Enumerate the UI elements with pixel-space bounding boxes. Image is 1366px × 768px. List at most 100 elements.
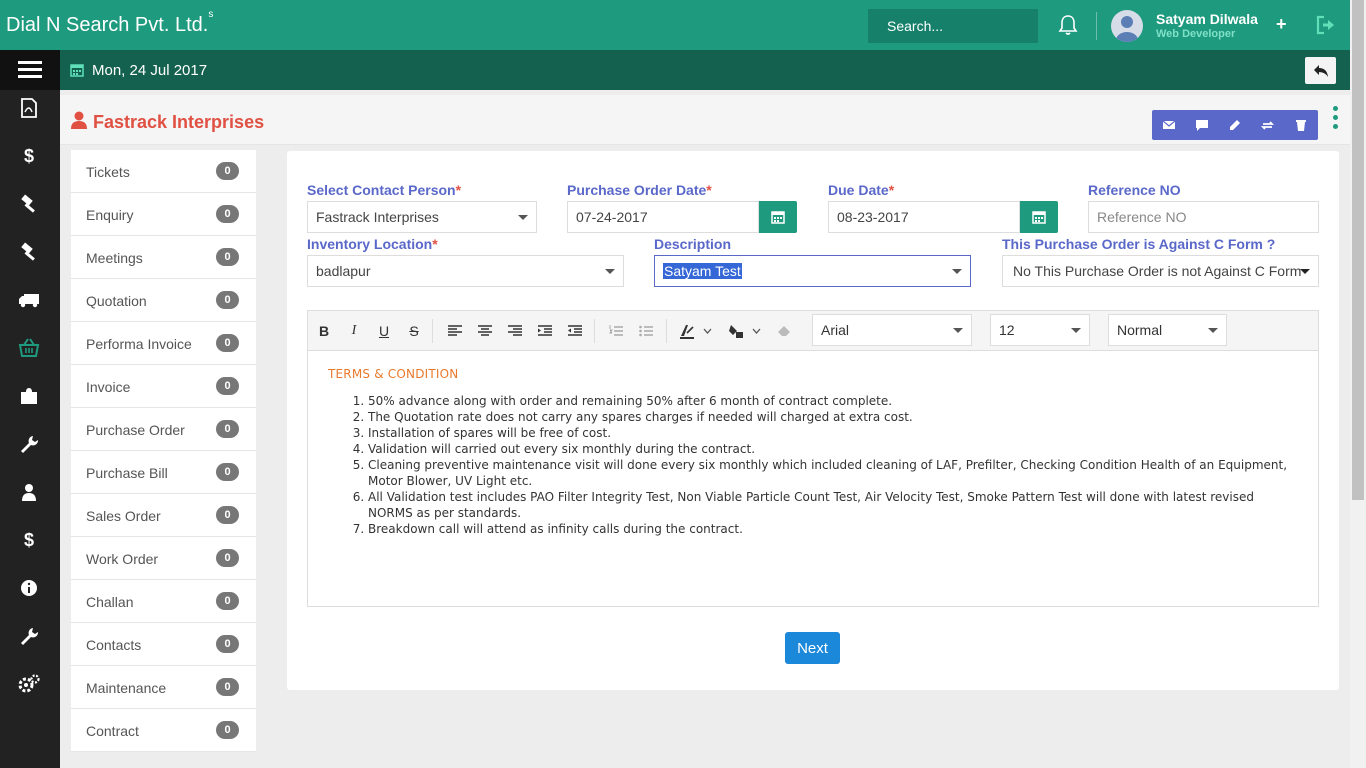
italic-button[interactable]: I: [344, 321, 364, 341]
description-select[interactable]: Satyam Test: [654, 255, 971, 287]
wrench-icon-2[interactable]: [18, 625, 40, 647]
chevron-down-icon: [953, 328, 963, 333]
font-color-button[interactable]: [677, 321, 697, 341]
wrench-icon[interactable]: [18, 433, 40, 455]
po-date-calendar-button[interactable]: [759, 201, 797, 233]
gears-icon[interactable]: [18, 673, 40, 695]
edit-button[interactable]: [1218, 110, 1251, 140]
count-badge: 0: [216, 377, 239, 395]
back-button[interactable]: [1305, 57, 1336, 84]
bell-icon[interactable]: [1058, 14, 1078, 36]
info-icon[interactable]: [18, 577, 40, 599]
truck-icon[interactable]: [18, 289, 40, 311]
inventory-location-label: Inventory Location*: [307, 236, 438, 252]
due-date-calendar-button[interactable]: [1020, 201, 1058, 233]
chevron-down-icon: [1071, 328, 1081, 333]
sidebar-item-contacts[interactable]: Contacts 0: [71, 623, 256, 666]
paragraph-style-select[interactable]: Normal: [1108, 314, 1227, 346]
outdent-button[interactable]: [565, 321, 585, 341]
pencil-icon: [1229, 120, 1240, 130]
po-date-input[interactable]: 07-24-2017: [567, 201, 759, 233]
sidebar-item-label: Sales Order: [86, 508, 161, 524]
search-input[interactable]: Search...: [868, 9, 1038, 43]
sidebar-item-purchase-bill[interactable]: Purchase Bill 0: [71, 451, 256, 494]
sidebar-item-challan[interactable]: Challan 0: [71, 580, 256, 623]
add-icon[interactable]: +: [1276, 14, 1287, 35]
sidebar-item-purchase-order[interactable]: Purchase Order 0: [71, 408, 256, 451]
align-center-icon: [478, 325, 492, 336]
more-options-icon[interactable]: [1333, 106, 1339, 130]
editor-content[interactable]: TERMS & CONDITION 50% advance along with…: [328, 367, 1298, 537]
sidebar-item-contract[interactable]: Contract 0: [71, 709, 256, 752]
unordered-list-icon: [639, 325, 653, 337]
c-form-select[interactable]: No This Purchase Order is not Against C …: [1002, 255, 1319, 287]
unordered-list-button[interactable]: [636, 321, 656, 341]
align-left-button[interactable]: [445, 321, 465, 341]
underline-button[interactable]: U: [374, 321, 394, 341]
count-badge: 0: [216, 248, 239, 266]
scrollbar-thumb[interactable]: [1352, 0, 1364, 500]
next-button[interactable]: Next: [785, 632, 840, 664]
gavel-icon[interactable]: [18, 193, 40, 215]
avatar[interactable]: [1111, 10, 1143, 42]
text-color-icon: [680, 325, 694, 339]
dollar-icon-2[interactable]: $: [18, 529, 40, 551]
inventory-location-select[interactable]: badlapur: [307, 255, 624, 287]
terms-item: Cleaning preventive maintenance visit wi…: [368, 457, 1298, 489]
sidebar-item-enquiry[interactable]: Enquiry 0: [71, 193, 256, 236]
user-icon[interactable]: [18, 481, 40, 503]
inventory-location-value: badlapur: [316, 263, 371, 279]
dollar-icon[interactable]: $: [18, 145, 40, 167]
brand-logo[interactable]: Dial N Search Pvt. Ltd.s: [6, 9, 213, 37]
font-size-select[interactable]: 12: [990, 314, 1090, 346]
strikethrough-button[interactable]: S: [404, 321, 424, 341]
contact-person-select[interactable]: Fastrack Interprises: [307, 201, 537, 233]
puzzle-icon[interactable]: [18, 385, 40, 407]
logout-icon[interactable]: [1315, 15, 1337, 35]
sidebar-item-label: Enquiry: [86, 207, 134, 223]
reference-no-label: Reference NO: [1088, 182, 1181, 198]
terms-item: Breakdown call will attend as infinity c…: [368, 521, 1298, 537]
eraser-icon: [778, 326, 790, 336]
page-title: Fastrack Interprises: [93, 112, 265, 132]
refresh-button[interactable]: [1251, 110, 1284, 140]
align-right-button[interactable]: [505, 321, 525, 341]
font-color-dropdown[interactable]: [702, 321, 712, 341]
terms-list: 50% advance along with order and remaini…: [368, 393, 1298, 537]
delete-button[interactable]: [1284, 110, 1317, 140]
sidebar-item-label: Work Order: [86, 551, 159, 567]
sidebar-item-work-order[interactable]: Work Order 0: [71, 537, 256, 580]
sidebar-item-maintenance[interactable]: Maintenance 0: [71, 666, 256, 709]
indent-button[interactable]: [535, 321, 555, 341]
module-list: Tickets 0 Enquiry 0 Meetings 0 Quotation 0 Perfo…: [71, 150, 256, 752]
sidebar-item-sales-order[interactable]: Sales Order 0: [71, 494, 256, 537]
highlight-color-dropdown[interactable]: [751, 321, 761, 341]
sidebar-item-invoice[interactable]: Invoice 0: [71, 365, 256, 408]
sidebar-item-quotation[interactable]: Quotation 0: [71, 279, 256, 322]
gavel-icon-2[interactable]: [18, 241, 40, 263]
font-family-select[interactable]: Arial: [812, 314, 972, 346]
envelope-icon: [1162, 120, 1175, 129]
clear-format-button[interactable]: [774, 321, 794, 341]
comment-button[interactable]: [1185, 110, 1218, 140]
reference-no-input[interactable]: Reference NO: [1088, 201, 1319, 233]
chevron-down-icon: [752, 328, 760, 334]
sidebar-item-performa-invoice[interactable]: Performa Invoice 0: [71, 322, 256, 365]
email-button[interactable]: [1152, 110, 1185, 140]
menu-toggle-button[interactable]: [0, 50, 60, 90]
bold-button[interactable]: B: [314, 321, 334, 341]
basket-icon[interactable]: [18, 337, 40, 359]
sidebar-item-label: Quotation: [86, 293, 147, 309]
user-name[interactable]: Satyam Dilwala: [1156, 11, 1258, 27]
refresh-icon: [1261, 120, 1274, 130]
highlight-color-button[interactable]: [726, 321, 746, 341]
paragraph-style-value: Normal: [1117, 322, 1163, 338]
align-center-button[interactable]: [475, 321, 495, 341]
sidebar-item-meetings[interactable]: Meetings 0: [71, 236, 256, 279]
ordered-list-button[interactable]: [606, 321, 626, 341]
chevron-down-icon: [952, 269, 962, 274]
sidebar-item-tickets[interactable]: Tickets 0: [71, 150, 256, 193]
pdf-icon[interactable]: [18, 97, 40, 119]
chevron-down-icon: [1300, 269, 1310, 274]
due-date-input[interactable]: 08-23-2017: [828, 201, 1020, 233]
